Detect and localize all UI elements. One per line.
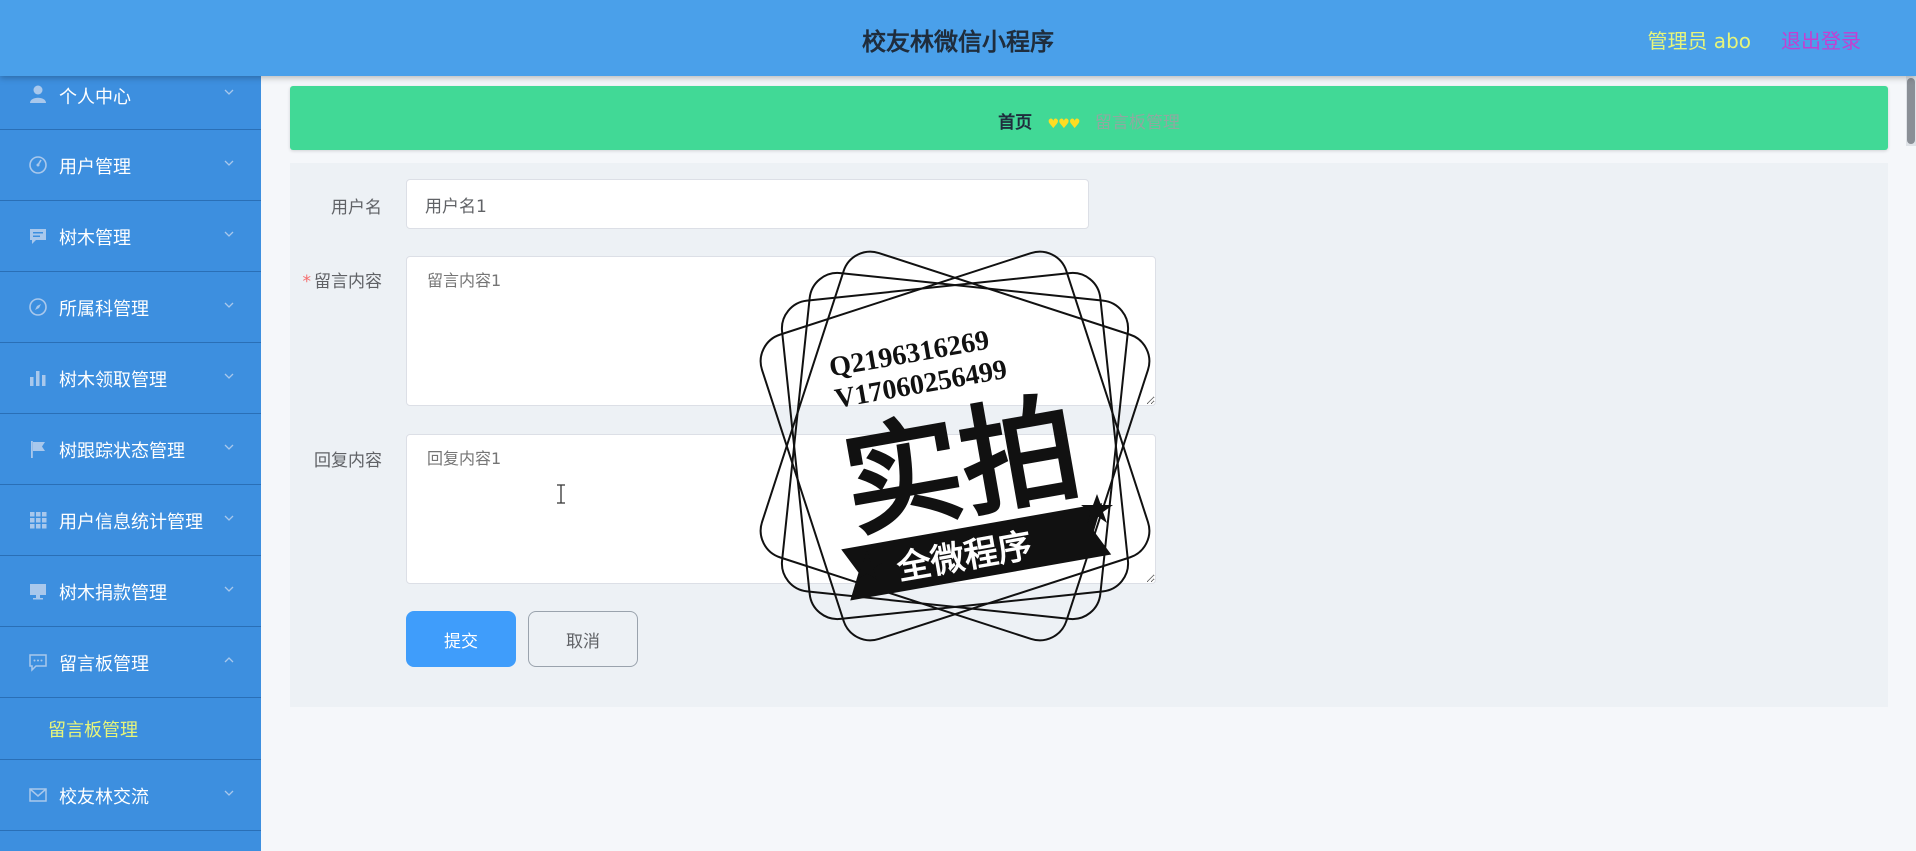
- sidebar-item-label: 个人中心: [59, 87, 131, 108]
- sidebar-item-family-management[interactable]: 所属科管理: [0, 272, 261, 343]
- mail-icon: [29, 788, 47, 802]
- chevron-down-icon: [224, 160, 234, 166]
- chevron-down-icon: [224, 444, 234, 450]
- breadcrumb: 首页 ♥♥♥ 留言板管理: [290, 86, 1888, 150]
- page-scrollbar[interactable]: [1906, 76, 1916, 146]
- sidebar-item-tree-claim-management[interactable]: 树木领取管理: [0, 343, 261, 414]
- sidebar-item-tree-donation-management[interactable]: 树木捐款管理: [0, 556, 261, 627]
- admin-username: 管理员 abo: [1647, 29, 1751, 53]
- sidebar-item-tree-management[interactable]: 树木管理: [0, 201, 261, 272]
- flag-icon: [31, 441, 45, 458]
- sidebar-item-label: 树木管理: [59, 228, 131, 249]
- breadcrumb-home[interactable]: 首页: [998, 113, 1032, 133]
- gauge-icon: [29, 156, 47, 174]
- logout-link[interactable]: 退出登录: [1781, 25, 1861, 54]
- scrollbar-thumb[interactable]: [1907, 78, 1915, 144]
- chevron-up-icon: [224, 657, 234, 663]
- breadcrumb-separator-icon: ♥♥♥: [1047, 117, 1081, 132]
- sidebar-item-label: 所属科管理: [59, 299, 149, 320]
- sidebar-item-label: 树跟踪状态管理: [59, 441, 185, 462]
- chevron-down-icon: [224, 89, 234, 95]
- sidebar-item-label: 树木捐款管理: [59, 583, 167, 604]
- sidebar-subitem-label: 留言板管理: [48, 720, 138, 741]
- cancel-button[interactable]: 取消: [528, 611, 638, 667]
- submit-button[interactable]: 提交: [406, 611, 516, 667]
- reply-textarea[interactable]: [406, 434, 1156, 584]
- top-header: 校友林微信小程序 管理员 abo 退出登录: [0, 0, 1916, 76]
- chat-bubble-icon: [30, 229, 46, 244]
- reply-label: 回复内容: [314, 451, 382, 471]
- breadcrumb-current: 留言板管理: [1094, 113, 1180, 133]
- sidebar-item-user-stats-management[interactable]: 用户信息统计管理: [0, 485, 261, 556]
- grid-icon: [30, 512, 47, 529]
- message-icon: [29, 654, 47, 672]
- sidebar-item-label: 树木领取管理: [59, 370, 167, 391]
- chevron-down-icon: [224, 586, 234, 592]
- sidebar: 个人中心 用户管理 树木管理 所属科管理 树木领取管理 树跟踪状态管理 用户信息…: [0, 76, 261, 851]
- person-icon: [30, 85, 46, 103]
- message-textarea[interactable]: [406, 256, 1156, 406]
- required-marker: *: [302, 272, 312, 292]
- sidebar-item-user-management[interactable]: 用户管理: [0, 130, 261, 201]
- sidebar-item-message-board-management[interactable]: 留言板管理: [0, 627, 261, 698]
- chevron-down-icon: [224, 515, 234, 521]
- sidebar-item-alumni-exchange[interactable]: 校友林交流: [0, 760, 261, 831]
- sidebar-item-label: 校友林交流: [59, 787, 149, 808]
- message-edit-form: 用户名 *留言内容 回复内容 提交 取消: [290, 163, 1888, 707]
- sidebar-item-personal-center[interactable]: 个人中心: [0, 76, 261, 130]
- sidebar-item-tree-tracking-management[interactable]: 树跟踪状态管理: [0, 414, 261, 485]
- username-label: 用户名: [331, 198, 382, 218]
- message-label-text: 留言内容: [314, 272, 382, 292]
- text-cursor-icon: [557, 484, 565, 504]
- sidebar-item-label: 用户管理: [59, 157, 131, 178]
- message-label: * 留言内容: [262, 267, 383, 292]
- chevron-down-icon: [224, 302, 234, 308]
- chevron-down-icon: [224, 231, 234, 237]
- sidebar-subitem-message-board[interactable]: 留言板管理: [0, 698, 261, 760]
- app-title: 校友林微信小程序: [862, 28, 1054, 56]
- chevron-down-icon: [224, 790, 234, 796]
- compass-icon: [29, 298, 47, 316]
- monitor-icon: [30, 584, 46, 600]
- sidebar-item-label: 留言板管理: [59, 654, 149, 675]
- sidebar-item-label: 用户信息统计管理: [59, 512, 203, 533]
- username-input[interactable]: [406, 179, 1089, 229]
- bar-chart-icon: [30, 371, 46, 386]
- chevron-down-icon: [224, 373, 234, 379]
